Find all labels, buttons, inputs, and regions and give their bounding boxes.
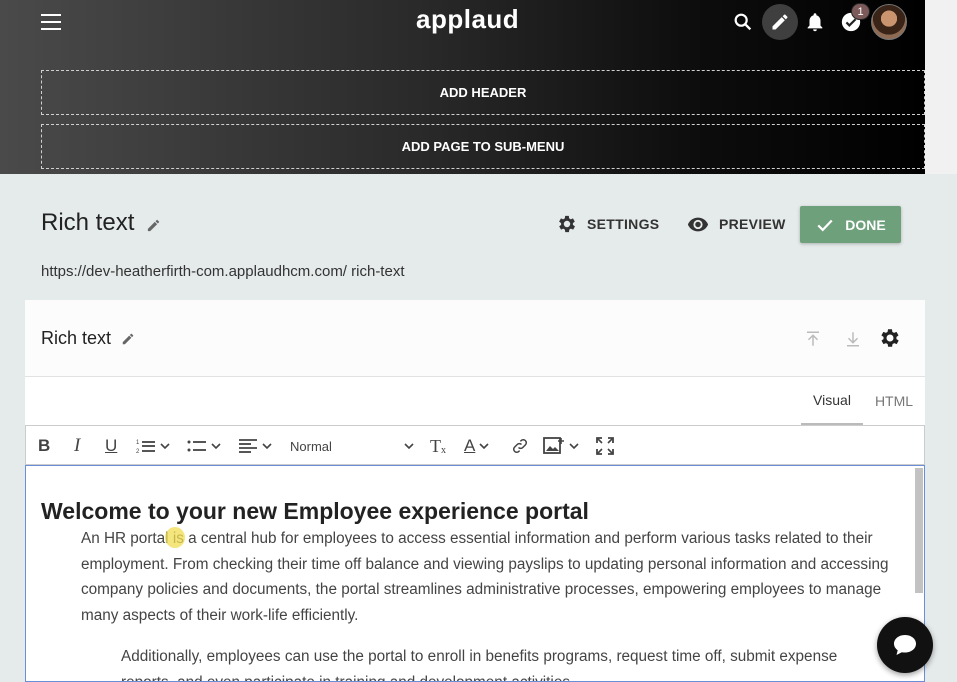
preview-label: PREVIEW: [719, 216, 786, 232]
pencil-icon: [772, 14, 788, 30]
text-color-button[interactable]: A: [464, 434, 489, 458]
move-top-icon[interactable]: [804, 329, 822, 354]
chevron-down-icon: [404, 443, 414, 450]
bullet-list-icon: [187, 440, 206, 452]
done-button[interactable]: DONE: [800, 206, 901, 243]
bell-icon[interactable]: [798, 5, 832, 39]
done-label: DONE: [845, 216, 886, 233]
edit-mode-button[interactable]: [762, 4, 798, 40]
page-url: https://dev-heatherfirth-com.applaudhcm.…: [41, 263, 405, 280]
page-title: Rich text: [41, 209, 135, 236]
component-header: Rich text: [25, 300, 925, 377]
tab-visual[interactable]: Visual: [801, 377, 863, 425]
search-icon[interactable]: [726, 5, 760, 39]
gear-icon: [559, 215, 575, 233]
bullet-list-button[interactable]: [187, 434, 221, 458]
fullscreen-icon: [596, 437, 614, 455]
edit-title-pencil-icon[interactable]: [146, 218, 161, 238]
add-page-to-submenu-button[interactable]: ADD PAGE TO SUB-MENU: [41, 124, 925, 169]
avatar[interactable]: [871, 4, 907, 40]
chevron-down-icon: [262, 443, 272, 450]
component-settings-gear-icon[interactable]: [878, 326, 902, 355]
chevron-down-icon: [160, 443, 170, 450]
svg-text:1: 1: [136, 440, 140, 446]
rich-text-editor[interactable]: Welcome to your new Employee experience …: [25, 465, 925, 682]
chat-button[interactable]: [877, 617, 933, 673]
chat-icon: [894, 635, 916, 655]
chevron-down-icon: [211, 443, 221, 450]
chevron-down-icon: [479, 443, 489, 450]
format-value: Normal: [290, 438, 332, 454]
content-paragraph: An HR portal is a central hub for employ…: [81, 530, 889, 624]
block-format-select[interactable]: Normal: [290, 434, 414, 458]
page-scrollbar[interactable]: [925, 0, 957, 174]
align-button[interactable]: [238, 434, 272, 458]
underline-button[interactable]: U: [105, 434, 117, 458]
ordered-list-icon: 12: [136, 440, 155, 455]
preview-button[interactable]: PREVIEW: [686, 206, 786, 242]
link-icon: [512, 438, 528, 454]
editor-toolbar: B I U 12 Normal Tx A: [25, 425, 925, 465]
notification-badge: 1: [851, 3, 870, 20]
settings-button[interactable]: SETTINGS: [556, 206, 659, 242]
fullscreen-button[interactable]: [596, 434, 614, 458]
text-color-icon: A: [464, 436, 476, 455]
image-icon: [543, 437, 564, 454]
rich-text-component-card: Rich text Visual HTML B I U 12 Normal T …: [25, 300, 925, 682]
eye-icon: [687, 217, 709, 232]
menu-icon[interactable]: [41, 14, 61, 30]
italic-button[interactable]: I: [74, 434, 80, 458]
tab-html[interactable]: HTML: [871, 377, 917, 425]
chevron-down-icon: [569, 443, 579, 450]
move-bottom-icon[interactable]: [844, 329, 862, 354]
insert-image-button[interactable]: [543, 434, 579, 458]
clear-format-button[interactable]: Tx: [430, 434, 446, 458]
svg-text:2: 2: [136, 449, 140, 455]
component-title: Rich text: [41, 328, 112, 348]
content-heading: Welcome to your new Employee experience …: [41, 498, 589, 524]
text-cursor-highlight: [165, 527, 185, 548]
ordered-list-button[interactable]: 12: [136, 434, 170, 458]
check-icon: [817, 219, 833, 231]
bold-button[interactable]: B: [38, 434, 50, 458]
edit-component-title-pencil-icon[interactable]: [121, 332, 135, 351]
editor-scrollbar[interactable]: [915, 468, 923, 593]
link-button[interactable]: [511, 434, 529, 458]
top-header: applaud 1 ADD HEADER ADD PAGE TO SUB-MEN…: [0, 0, 925, 174]
align-icon: [239, 439, 257, 453]
settings-label: SETTINGS: [587, 216, 660, 232]
editor-mode-tabs: Visual HTML: [25, 377, 925, 425]
content-paragraph: Additionally, employees can use the port…: [121, 648, 838, 682]
app-logo[interactable]: applaud: [416, 4, 519, 35]
clear-format-icon: T: [430, 435, 441, 456]
add-header-button[interactable]: ADD HEADER: [41, 70, 925, 115]
